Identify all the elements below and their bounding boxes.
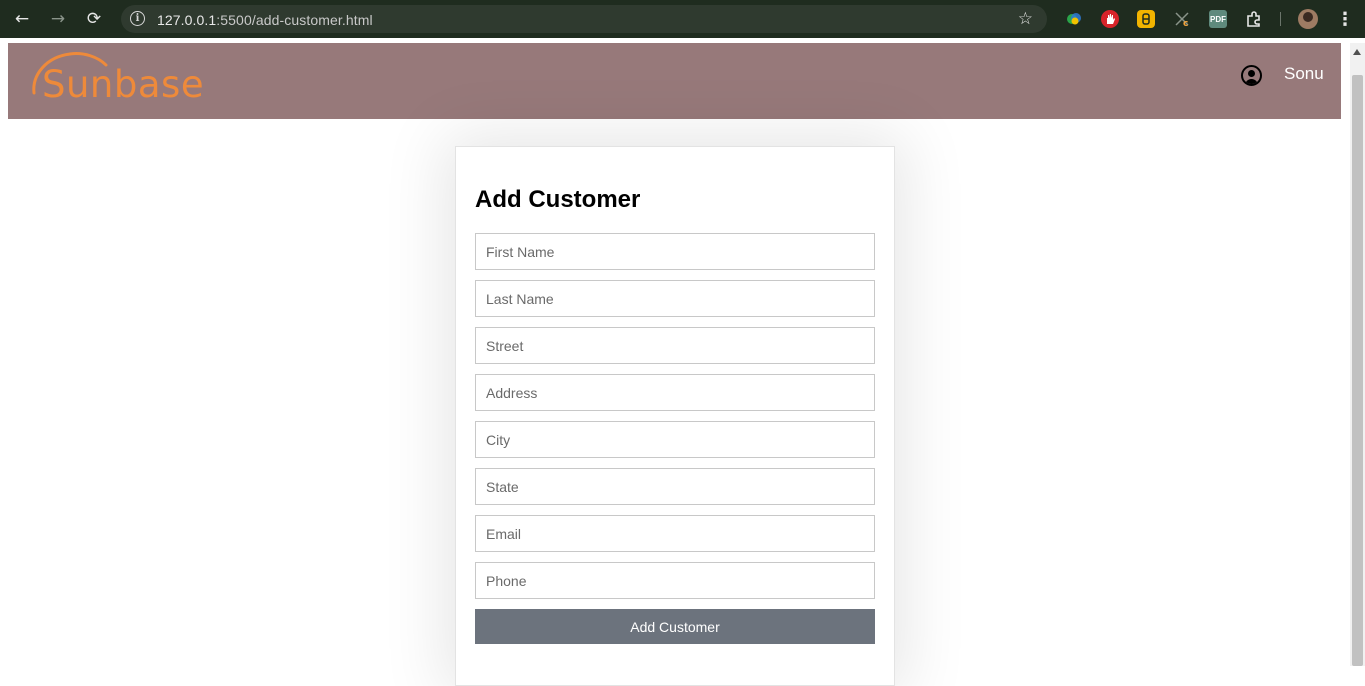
browser-menu-icon[interactable]: ⋮ <box>1336 9 1354 30</box>
colorful-extension-icon[interactable] <box>1065 10 1083 28</box>
user-name[interactable]: Sonu <box>1284 64 1324 84</box>
address-input[interactable] <box>475 374 875 411</box>
scrollbar-thumb[interactable] <box>1352 75 1363 666</box>
toolbar-divider <box>1280 12 1281 26</box>
url-path: :5500/add-customer.html <box>216 12 373 28</box>
pdf-extension-icon[interactable]: PDF <box>1209 10 1227 28</box>
add-customer-form: Add Customer Add Customer <box>455 146 895 686</box>
address-bar[interactable]: i 127.0.0.1:5500/add-customer.html ☆ <box>121 5 1047 33</box>
user-icon-body <box>1245 79 1258 84</box>
url-host: 127.0.0.1 <box>157 12 217 28</box>
street-input[interactable] <box>475 327 875 364</box>
user-account-icon[interactable] <box>1241 65 1262 86</box>
reload-icon[interactable]: ⟳ <box>83 9 105 29</box>
city-input[interactable] <box>475 421 875 458</box>
logo-text: Sunbase <box>42 63 205 106</box>
email-input[interactable] <box>475 515 875 552</box>
user-icon-head <box>1248 70 1255 77</box>
profile-avatar[interactable] <box>1298 9 1318 29</box>
add-customer-button[interactable]: Add Customer <box>475 609 875 644</box>
state-input[interactable] <box>475 468 875 505</box>
yellow-extension-icon[interactable] <box>1137 10 1155 28</box>
last-name-input[interactable] <box>475 280 875 317</box>
back-icon[interactable]: ← <box>11 9 33 29</box>
extensions-puzzle-icon[interactable] <box>1245 10 1263 28</box>
cookie-extension-icon[interactable]: c <box>1173 10 1191 28</box>
adblock-hand-icon[interactable] <box>1101 10 1119 28</box>
bookmark-star-icon[interactable]: ☆ <box>1018 9 1033 29</box>
forward-icon[interactable]: → <box>47 9 69 29</box>
svg-text:c: c <box>1183 19 1188 28</box>
phone-input[interactable] <box>475 562 875 599</box>
page-scrollbar[interactable] <box>1350 43 1365 666</box>
sunbase-logo[interactable]: Sunbase <box>28 49 204 106</box>
first-name-input[interactable] <box>475 233 875 270</box>
form-title: Add Customer <box>475 186 641 213</box>
site-info-icon[interactable]: i <box>130 11 145 26</box>
browser-toolbar: ← → ⟳ i 127.0.0.1:5500/add-customer.html… <box>0 0 1365 38</box>
site-header: Sunbase Sonu <box>8 43 1341 119</box>
url-text[interactable]: 127.0.0.1:5500/add-customer.html <box>157 12 373 28</box>
scroll-up-arrow-icon[interactable] <box>1353 49 1361 55</box>
